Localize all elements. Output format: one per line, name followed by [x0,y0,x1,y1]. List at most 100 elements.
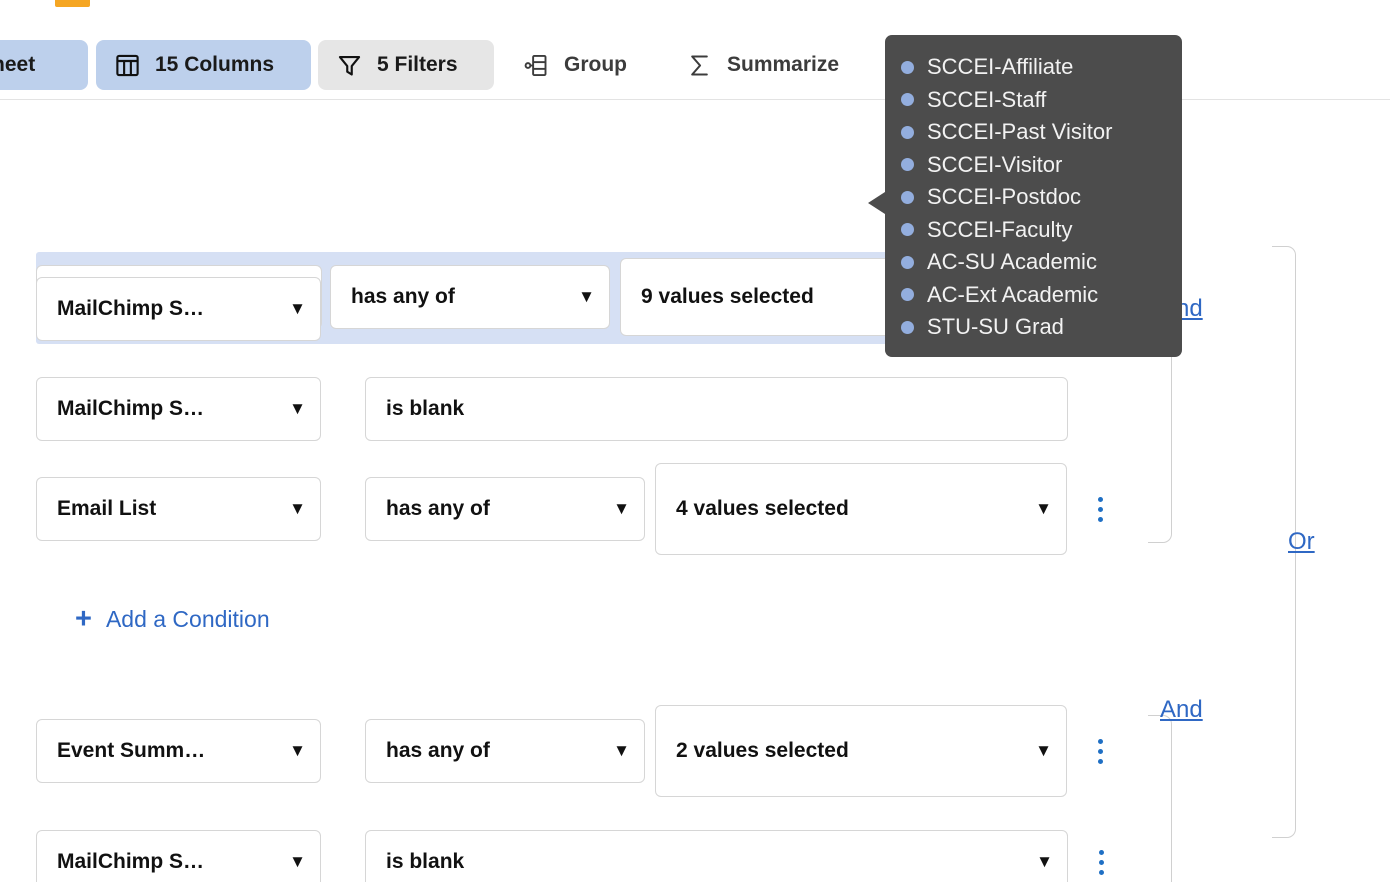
toolbar-button-filters[interactable]: 5 Filters [318,40,494,90]
tooltip-item-label: SCCEI-Staff [927,86,1047,112]
toolbar-label-filters: 5 Filters [377,53,458,76]
filter-field-label: MailChimp S… [57,297,205,320]
chevron-down-icon: ▼ [1035,741,1052,760]
filter-value-select[interactable]: 2 values selected ▼ [655,705,1067,797]
chevron-down-icon: ▼ [1036,852,1053,871]
toolbar-label-columns: 15 Columns [155,53,275,76]
filter-field-select[interactable]: MailChimp S… ▼ [36,377,321,441]
bullet-dot-icon [901,125,914,139]
chevron-down-icon: ▼ [289,852,306,871]
tooltip-item: SCCEI-Postdoc [885,181,1182,214]
kebab-dot [1097,506,1103,512]
row-options-kebab-button[interactable] [1085,489,1115,529]
filter-operator-select[interactable]: is blank [365,377,1068,441]
tooltip-item: STU-SU Grad [885,311,1182,344]
bullet-dot-icon [901,255,914,269]
tooltip-item: SCCEI-Staff [885,84,1182,117]
kebab-dot [1097,748,1103,754]
filter-value-label: 2 values selected [676,739,849,762]
filter-operator-select[interactable]: is blank ▼ [365,830,1068,882]
kebab-dot [1097,496,1103,502]
filter-operator-select[interactable]: has any of ▼ [365,719,645,783]
kebab-dot [1097,758,1103,764]
filter-row: MailChimp S… ▼ is blank ▼ [36,830,1116,882]
group-icon [523,52,550,79]
bullet-dot-icon [901,190,914,204]
toolbar-button-sheet[interactable]: Sheet [0,40,88,90]
filter-operator-label: is blank [386,397,465,420]
tooltip-arrow-icon [868,192,885,214]
filter-value-select[interactable]: 4 values selected ▼ [655,463,1067,555]
toolbar-button-summarize[interactable]: Summarize [668,40,868,90]
tooltip-item: AC-SU Academic [885,246,1182,279]
kebab-dot [1097,738,1103,744]
chevron-down-icon: ▼ [289,741,306,760]
bullet-dot-icon [901,60,914,74]
filter-row: MailChimp S… ▼ [36,277,321,341]
kebab-dot [1098,849,1104,855]
bullet-dot-icon [901,93,914,107]
tooltip-item: SCCEI-Past Visitor [885,116,1182,149]
chevron-down-icon: ▼ [613,741,630,760]
toolbar-label-group: Group [564,53,627,76]
filter-operator-label: has any of [386,739,490,762]
group-joiner-and-2[interactable]: And [1160,696,1203,724]
filter-field-select[interactable]: Email List ▼ [36,477,321,541]
tooltip-item-label: SCCEI-Visitor [927,151,1063,177]
outer-joiner-or[interactable]: Or [1288,528,1315,556]
tooltip-item-label: SCCEI-Faculty [927,216,1073,242]
kebab-dot [1098,859,1104,865]
toolbar-label-summarize: Summarize [727,53,840,76]
filter-field-select[interactable]: MailChimp S… ▼ [36,277,321,341]
kebab-dot [1098,869,1104,875]
filter-value-label: 9 values selected [641,285,814,308]
chevron-down-icon: ▼ [289,299,306,318]
filter-operator-label: has any of [351,285,455,308]
group-bracket-2 [1148,715,1172,882]
tooltip-item: SCCEI-Faculty [885,214,1182,247]
bullet-dot-icon [901,288,914,302]
tooltip-item-label: SCCEI-Past Visitor [927,119,1113,145]
tooltip-item-label: SCCEI-Affiliate [927,54,1074,80]
add-condition-label: Add a Condition [105,606,270,632]
accent-bar [55,0,90,7]
filter-field-label: Event Summ… [57,739,206,762]
row-options-kebab-button[interactable] [1086,842,1116,882]
tooltip-item: SCCEI-Affiliate [885,51,1182,84]
columns-icon [114,52,141,79]
selected-values-tooltip: SCCEI-Affiliate SCCEI-Staff SCCEI-Past V… [885,35,1182,357]
filter-field-select[interactable]: MailChimp S… ▼ [36,830,321,882]
tooltip-item-label: STU-SU Grad [927,314,1064,340]
filter-icon [336,52,363,79]
tooltip-item: AC-Ext Academic [885,279,1182,312]
row-options-kebab-button[interactable] [1085,731,1115,771]
filter-operator-select[interactable]: has any of ▼ [330,265,610,329]
tooltip-item-label: AC-SU Academic [927,249,1097,275]
summarize-icon [686,52,713,79]
toolbar-button-group[interactable]: Group [505,40,652,90]
chevron-down-icon: ▼ [613,499,630,518]
filter-field-label: MailChimp S… [57,850,205,873]
filter-operator-select[interactable]: has any of ▼ [365,477,645,541]
filter-operator-label: has any of [386,497,490,520]
chevron-down-icon: ▼ [289,499,306,518]
add-condition-button-1[interactable]: + Add a Condition [75,605,270,634]
toolbar-label-sheet: Sheet [0,53,36,76]
chevron-down-icon: ▼ [289,399,306,418]
filter-field-select[interactable]: Event Summ… ▼ [36,719,321,783]
filter-value-label: 4 values selected [676,497,849,520]
toolbar-button-columns[interactable]: 15 Columns [96,40,311,90]
plus-icon: + [75,603,92,635]
filter-field-label: MailChimp S… [57,397,205,420]
bullet-dot-icon [901,320,914,334]
bullet-dot-icon [901,223,914,237]
bullet-dot-icon [901,158,914,172]
filter-row: Email List ▼ has any of ▼ 4 values selec… [36,463,1115,555]
chevron-down-icon: ▼ [578,287,595,306]
filter-operator-label: is blank [386,850,465,873]
filter-row: MailChimp S… ▼ is blank [36,377,1068,441]
kebab-dot [1097,516,1103,522]
tooltip-item: SCCEI-Visitor [885,149,1182,182]
tooltip-item-label: AC-Ext Academic [927,281,1099,307]
filter-field-label: Email List [57,497,157,520]
